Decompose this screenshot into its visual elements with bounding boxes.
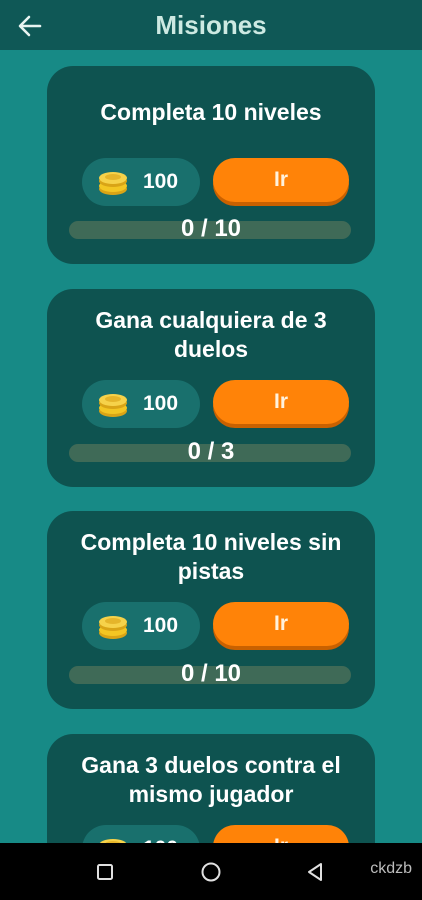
reward-badge: 100	[82, 158, 200, 206]
mission-card: Completa 10 niveles 100 Ir 0 / 10	[47, 66, 375, 264]
mission-title: Completa 10 niveles	[100, 99, 322, 125]
back-nav-button[interactable]	[302, 859, 328, 885]
go-button[interactable]: Ir	[213, 602, 349, 646]
app-header: Misiones	[0, 0, 422, 50]
mission-card: Gana cualquiera de 3 duelos 100 Ir 0 / 3	[47, 289, 375, 487]
reward-amount: 100	[143, 392, 179, 415]
home-button[interactable]	[198, 859, 224, 885]
go-button[interactable]: Ir	[213, 825, 349, 843]
go-button[interactable]: Ir	[213, 158, 349, 202]
progress-text: 0 / 10	[180, 215, 242, 242]
mission-title: Completa 10 niveles sin pistas	[80, 529, 342, 584]
mission-title: Gana cualquiera de 3 duelos	[95, 307, 327, 362]
system-navigation-bar: ckdzb	[0, 843, 422, 900]
recents-button[interactable]	[92, 859, 118, 885]
coins-icon	[99, 172, 127, 195]
reward-amount: 100	[143, 614, 179, 637]
reward-badge: 100	[82, 825, 200, 843]
reward-amount: 100	[143, 170, 179, 193]
coins-icon	[99, 394, 127, 417]
home-circle-icon	[201, 862, 221, 882]
coins-icon	[99, 616, 127, 639]
page-title: Misiones	[155, 10, 267, 40]
mission-card: Completa 10 niveles sin pistas 100 Ir 0 …	[47, 511, 375, 709]
mission-card: Gana 3 duelos contra el mismo jugador 10…	[47, 734, 375, 843]
missions-list[interactable]: Completa 10 niveles 100 Ir 0 / 10 Gana c…	[0, 50, 422, 843]
progress-text: 0 / 10	[180, 660, 242, 687]
recents-square-icon	[97, 864, 113, 880]
reward-badge: 100	[82, 380, 200, 428]
progress-text: 0 / 3	[187, 438, 235, 465]
mission-title: Gana 3 duelos contra el mismo jugador	[81, 752, 341, 807]
coins-icon	[99, 839, 127, 843]
reward-badge: 100	[82, 602, 200, 650]
watermark: ckdzb	[370, 860, 412, 877]
back-triangle-icon	[308, 863, 322, 881]
go-button[interactable]: Ir	[213, 380, 349, 424]
